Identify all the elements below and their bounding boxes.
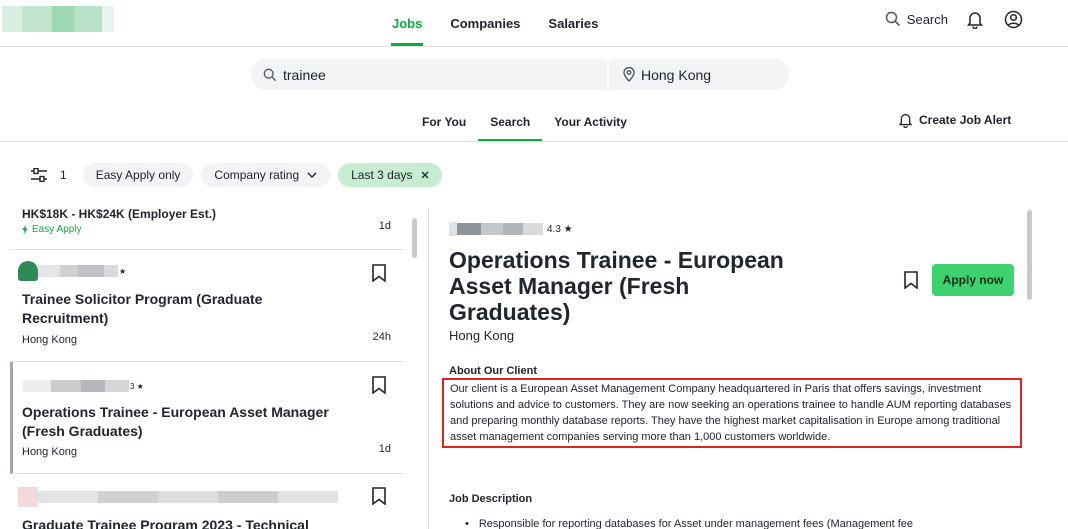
company-logo[interactable] [2, 6, 114, 32]
keyword-input[interactable]: trainee [251, 59, 609, 90]
job-list: HK$18K - HK$24K (Employer Est.) Easy App… [10, 205, 405, 529]
header-search-button[interactable]: Search [885, 11, 948, 27]
job-detail-title: Operations Trainee - European Asset Mana… [449, 247, 784, 325]
tab-for-you[interactable]: For You [410, 104, 478, 140]
tab-search[interactable]: Search [478, 104, 543, 142]
location-pin-icon [623, 67, 635, 82]
job-location: Hong Kong [22, 446, 78, 458]
top-header: Jobs Companies Salaries Search [0, 0, 1068, 46]
panel-divider [428, 208, 429, 529]
main-nav: Jobs Companies Salaries [378, 0, 612, 46]
bullet-text: Responsible for reporting databases for … [478, 518, 914, 529]
notifications-button[interactable] [964, 8, 986, 30]
all-filters-button[interactable]: 1 [30, 168, 67, 182]
bell-icon [898, 113, 913, 128]
lightning-icon [22, 225, 28, 234]
job-detail-scrollbar[interactable] [1027, 210, 1032, 300]
bullet-dot: • [465, 518, 469, 529]
location-value: Hong Kong [641, 66, 712, 83]
easy-apply-label: Easy Apply [32, 224, 82, 235]
create-job-alert-label: Create Job Alert [919, 113, 1012, 127]
search-icon [885, 11, 900, 27]
nav-salaries[interactable]: Salaries [534, 0, 612, 46]
easy-apply-chip[interactable]: Easy Apply only [82, 163, 194, 187]
job-card[interactable]: ★ Trainee Solicitor Program (Graduate Re… [10, 250, 403, 362]
create-job-alert-button[interactable]: Create Job Alert [898, 112, 1011, 128]
job-salary: HK$18K - HK$24K (Employer Est.) [22, 207, 217, 221]
nav-companies[interactable]: Companies [436, 0, 534, 46]
company-rating: ★ [119, 266, 127, 276]
chip-label: Last 3 days [351, 168, 413, 182]
bookmark-icon[interactable] [903, 271, 919, 289]
nav-jobs[interactable]: Jobs [378, 0, 436, 46]
company-name-blurred[interactable] [449, 222, 543, 236]
job-title-line2[interactable]: Recruitment) [22, 309, 108, 328]
chip-label: Easy Apply only [95, 168, 181, 182]
profile-button[interactable] [1002, 8, 1024, 30]
header-search-label: Search [906, 11, 948, 27]
job-description-bullet: • Responsible for reporting databases fo… [465, 518, 913, 529]
header-actions: Search [885, 8, 1024, 30]
company-name-blurred [18, 487, 338, 507]
easy-apply-badge: Easy Apply [22, 224, 81, 235]
company-rating: 4.3 ★ [547, 223, 573, 235]
filter-count: 1 [60, 168, 67, 182]
job-age: 1d [378, 220, 391, 232]
job-detail-location: Hong Kong [449, 328, 515, 343]
job-card-selected[interactable]: 3 ★ Operations Trainee - European Asset … [10, 362, 403, 474]
bell-icon [967, 11, 983, 29]
job-description-heading: Job Description [449, 493, 533, 505]
sub-tabs: For You Search Your Activity [410, 104, 639, 142]
job-location: Hong Kong [22, 334, 78, 346]
bookmark-icon[interactable] [371, 487, 387, 505]
apply-now-button[interactable]: Apply now [932, 264, 1014, 296]
company-name-blurred: 3 ★ [23, 379, 144, 393]
location-input[interactable]: Hong Kong [609, 59, 711, 90]
tabs-divider [0, 141, 1068, 142]
company-name-blurred: ★ [18, 261, 127, 281]
chevron-down-icon [307, 172, 317, 178]
tab-your-activity[interactable]: Your Activity [542, 104, 639, 140]
bookmark-icon[interactable] [371, 264, 387, 282]
header-divider [0, 46, 1068, 47]
detail-company-line: 4.3 ★ [449, 222, 573, 236]
job-title-line1[interactable]: Graduate Trainee Program 2023 - Technica… [22, 516, 309, 529]
sliders-icon [31, 168, 47, 182]
job-list-scrollbar[interactable] [412, 218, 417, 258]
job-age: 24h [372, 331, 391, 343]
chip-label: Company rating [214, 168, 300, 182]
keyword-value: trainee [283, 66, 326, 83]
job-search-bar: trainee Hong Kong [251, 59, 789, 90]
job-detail-panel: 4.3 ★ Operations Trainee - European Asse… [442, 210, 1024, 529]
job-title-line1[interactable]: Operations Trainee - European Asset Mana… [22, 403, 329, 422]
about-heading: About Our Client [449, 365, 537, 377]
about-client-text: Our client is a European Asset Managemen… [442, 378, 1022, 448]
filter-bar: 1 Easy Apply only Company rating Last 3 … [30, 163, 442, 187]
job-age: 1d [378, 443, 391, 455]
user-icon [1004, 10, 1022, 28]
company-rating: 3 ★ [130, 381, 144, 391]
company-rating-chip[interactable]: Company rating [201, 163, 331, 187]
bookmark-icon[interactable] [371, 376, 387, 394]
job-title-line2[interactable]: (Fresh Graduates) [22, 422, 143, 441]
job-card[interactable]: Graduate Trainee Program 2023 - Technica… [10, 474, 403, 529]
job-card[interactable]: HK$18K - HK$24K (Employer Est.) Easy App… [10, 205, 403, 250]
job-title-line1[interactable]: Trainee Solicitor Program (Graduate [22, 290, 262, 309]
close-icon[interactable] [421, 171, 429, 179]
search-icon [263, 68, 277, 81]
last-3-days-chip[interactable]: Last 3 days [338, 163, 442, 187]
